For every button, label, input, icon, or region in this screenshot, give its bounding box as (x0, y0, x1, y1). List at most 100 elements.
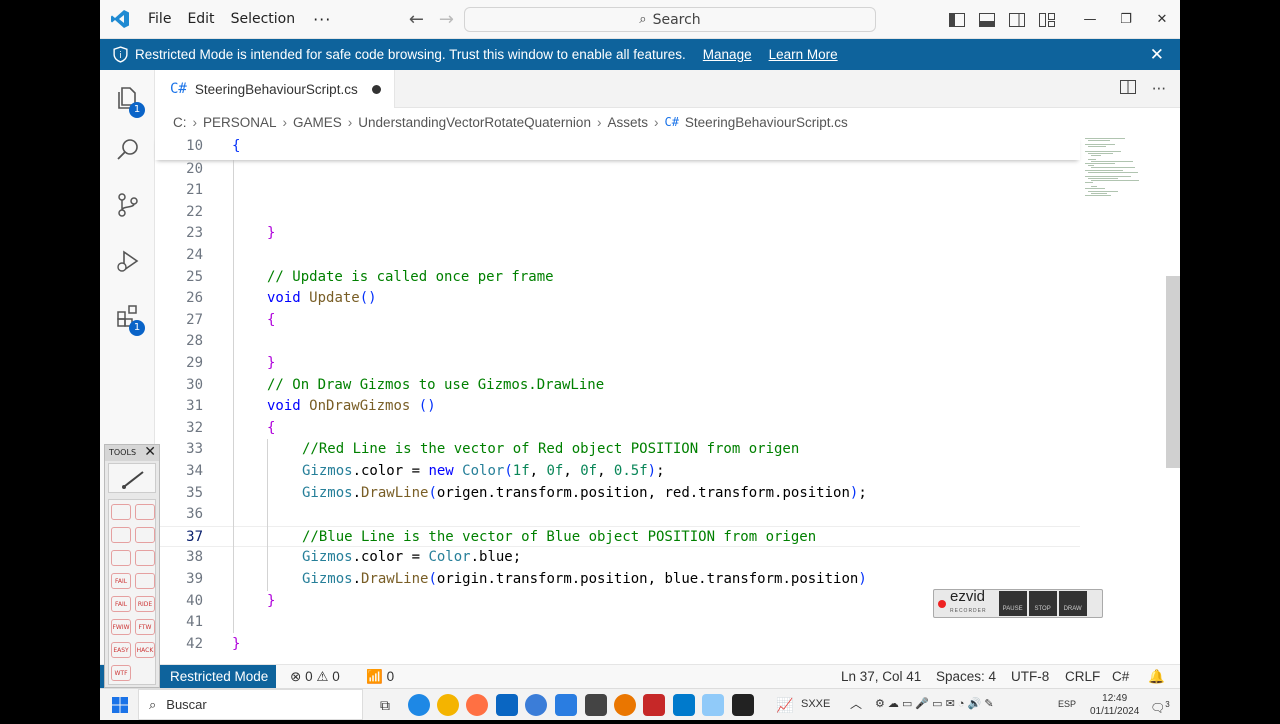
task-view-icon[interactable]: ⧉ (374, 694, 396, 716)
windows-start-icon[interactable] (112, 697, 128, 713)
breadcrumb-item[interactable]: Assets (607, 115, 648, 130)
toggle-secondary-sidebar-icon[interactable] (1002, 0, 1032, 39)
breadcrumb-item[interactable]: SteeringBehaviourScript.cs (685, 115, 848, 130)
breadcrumb-item[interactable]: GAMES (293, 115, 342, 130)
code-line[interactable]: 25 // Update is called once per frame (155, 267, 1080, 289)
stamp-tool-icon[interactable]: FWIW (111, 619, 131, 635)
code-line[interactable]: 32 { (155, 418, 1080, 440)
brush-tool-icon[interactable] (108, 463, 156, 493)
menu-selection[interactable]: Selection (223, 0, 304, 39)
stamp-tool-icon[interactable] (111, 550, 131, 566)
blender-icon[interactable] (614, 694, 636, 716)
menu-more[interactable]: ··· (303, 10, 341, 29)
ports-status[interactable]: 📶 0 (366, 665, 394, 688)
stock-chart-icon[interactable]: 📈 (776, 694, 796, 716)
indentation[interactable]: Spaces: 4 (936, 665, 996, 688)
minimize-icon[interactable]: — (1072, 0, 1108, 39)
code-line[interactable]: 35 Gizmos.DrawLine(origen.transform.posit… (155, 483, 1080, 505)
input-language[interactable]: ESP (1058, 689, 1076, 720)
code-line[interactable]: 37 //Blue Line is the vector of Blue obje… (155, 525, 1080, 548)
stamp-tool-icon[interactable]: EASY (111, 642, 131, 658)
code-line[interactable]: 38 Gizmos.color = Color.blue; (155, 547, 1080, 569)
edge-icon[interactable] (408, 694, 430, 716)
stamp-tool-icon[interactable]: WTF (111, 665, 131, 681)
learn-more-link[interactable]: Learn More (769, 47, 838, 62)
search-view-icon[interactable] (100, 126, 155, 174)
code-line[interactable]: 33 //Red Line is the vector of Red object… (155, 439, 1080, 461)
stamp-tool-icon[interactable]: FAIL (111, 573, 131, 589)
customize-layout-icon[interactable] (1032, 0, 1062, 39)
code-line[interactable]: 24 (155, 245, 1080, 267)
code-line[interactable]: 30 // On Draw Gizmos to use Gizmos.DrawLi… (155, 375, 1080, 397)
code-line[interactable]: 42} (155, 634, 1080, 656)
media-player-icon[interactable] (437, 694, 459, 716)
more-actions-icon[interactable]: ··· (1152, 80, 1166, 98)
stamp-tool-icon[interactable] (135, 504, 155, 520)
toggle-primary-sidebar-icon[interactable] (942, 0, 972, 39)
weather-label[interactable]: SXXE (801, 689, 830, 720)
code-line[interactable]: 34 Gizmos.color = new Color(1f, 0f, 0f, 0… (155, 461, 1080, 483)
github-desktop-icon[interactable] (525, 694, 547, 716)
breadcrumb-item[interactable]: C: (173, 115, 187, 130)
toggle-panel-icon[interactable] (972, 0, 1002, 39)
language-mode[interactable]: C# (1112, 665, 1129, 688)
code-line[interactable]: 22 (155, 202, 1080, 224)
tray-icons[interactable]: ⚙ ☁ ▭ 🎤 ▭ ✉ ◔ 🔊 ✎ (875, 689, 994, 720)
command-center-search[interactable]: ⌕ Search (464, 7, 876, 32)
code-line[interactable]: 39 Gizmos.DrawLine(origin.transform.posit… (155, 569, 1080, 591)
minimap[interactable] (1080, 136, 1155, 664)
stamp-tool-icon[interactable] (135, 573, 155, 589)
draw-button[interactable]: DRAW (1058, 591, 1087, 616)
firefox-icon[interactable] (466, 694, 488, 716)
notification-center-icon[interactable]: 🗨3 (1150, 689, 1170, 724)
code-line[interactable]: 31 void OnDrawGizmos () (155, 396, 1080, 418)
stamp-tool-icon[interactable] (111, 527, 131, 543)
close-tools-icon[interactable]: ✕ (144, 444, 156, 460)
explorer-app-icon[interactable] (702, 694, 724, 716)
ezvid-app-icon[interactable] (643, 694, 665, 716)
line-ending[interactable]: CRLF (1065, 665, 1100, 688)
notifications-bell-icon[interactable]: 🔔 (1148, 665, 1165, 688)
show-hidden-icons-icon[interactable]: ︿ (850, 689, 862, 720)
code-line[interactable]: 36 (155, 504, 1080, 526)
split-editor-icon[interactable] (1119, 80, 1136, 98)
unity-hub-icon[interactable] (585, 694, 607, 716)
extensions-icon[interactable]: 1 (100, 292, 155, 340)
encoding[interactable]: UTF-8 (1011, 665, 1049, 688)
run-debug-icon[interactable] (100, 237, 155, 285)
store-icon[interactable] (555, 694, 577, 716)
stop-button[interactable]: STOP (1028, 591, 1057, 616)
code-line[interactable]: 20 (155, 159, 1080, 181)
menu-edit[interactable]: Edit (179, 0, 222, 39)
menu-file[interactable]: File (140, 0, 179, 39)
back-arrow-icon[interactable]: ← (401, 9, 431, 30)
stamp-tool-icon[interactable] (111, 504, 131, 520)
forward-arrow-icon[interactable]: → (431, 9, 461, 30)
pause-button[interactable]: PAUSE (998, 591, 1027, 616)
stamp-tool-icon[interactable]: RIDE (135, 596, 155, 612)
taskbar-clock[interactable]: 12:49 01/11/2024 (1090, 692, 1139, 718)
source-control-icon[interactable] (100, 181, 155, 229)
vscode-taskbar-icon[interactable] (673, 694, 695, 716)
code-line[interactable]: 26 void Update() (155, 288, 1080, 310)
restore-icon[interactable]: ❐ (1108, 0, 1144, 39)
close-banner-icon[interactable]: ✕ (1150, 45, 1164, 65)
cursor-position[interactable]: Ln 37, Col 41 (841, 665, 921, 688)
explorer-icon[interactable]: 1 (100, 74, 155, 122)
unity-icon[interactable] (732, 694, 754, 716)
problems-status[interactable]: ⊗ 0 ⚠ 0 (290, 665, 340, 688)
taskbar-search[interactable]: ⌕ Buscar (138, 689, 363, 720)
stamp-tool-icon[interactable]: HACK (135, 642, 155, 658)
stamp-tool-icon[interactable]: FAIL (111, 596, 131, 612)
code-line[interactable]: 27 { (155, 310, 1080, 332)
breadcrumb-item[interactable]: PERSONAL (203, 115, 277, 130)
code-editor[interactable]: 19{20212223}2425// Update is called once… (155, 136, 1080, 666)
tab-steering-script[interactable]: C# SteeringBehaviourScript.cs (155, 70, 395, 108)
stamp-tool-icon[interactable] (135, 550, 155, 566)
close-window-icon[interactable]: ✕ (1144, 0, 1180, 39)
code-line[interactable]: 21 (155, 180, 1080, 202)
code-line[interactable]: 29} (155, 353, 1080, 375)
stamp-tool-icon[interactable]: FTW (135, 619, 155, 635)
outlook-icon[interactable] (496, 694, 518, 716)
manage-link[interactable]: Manage (703, 47, 752, 62)
